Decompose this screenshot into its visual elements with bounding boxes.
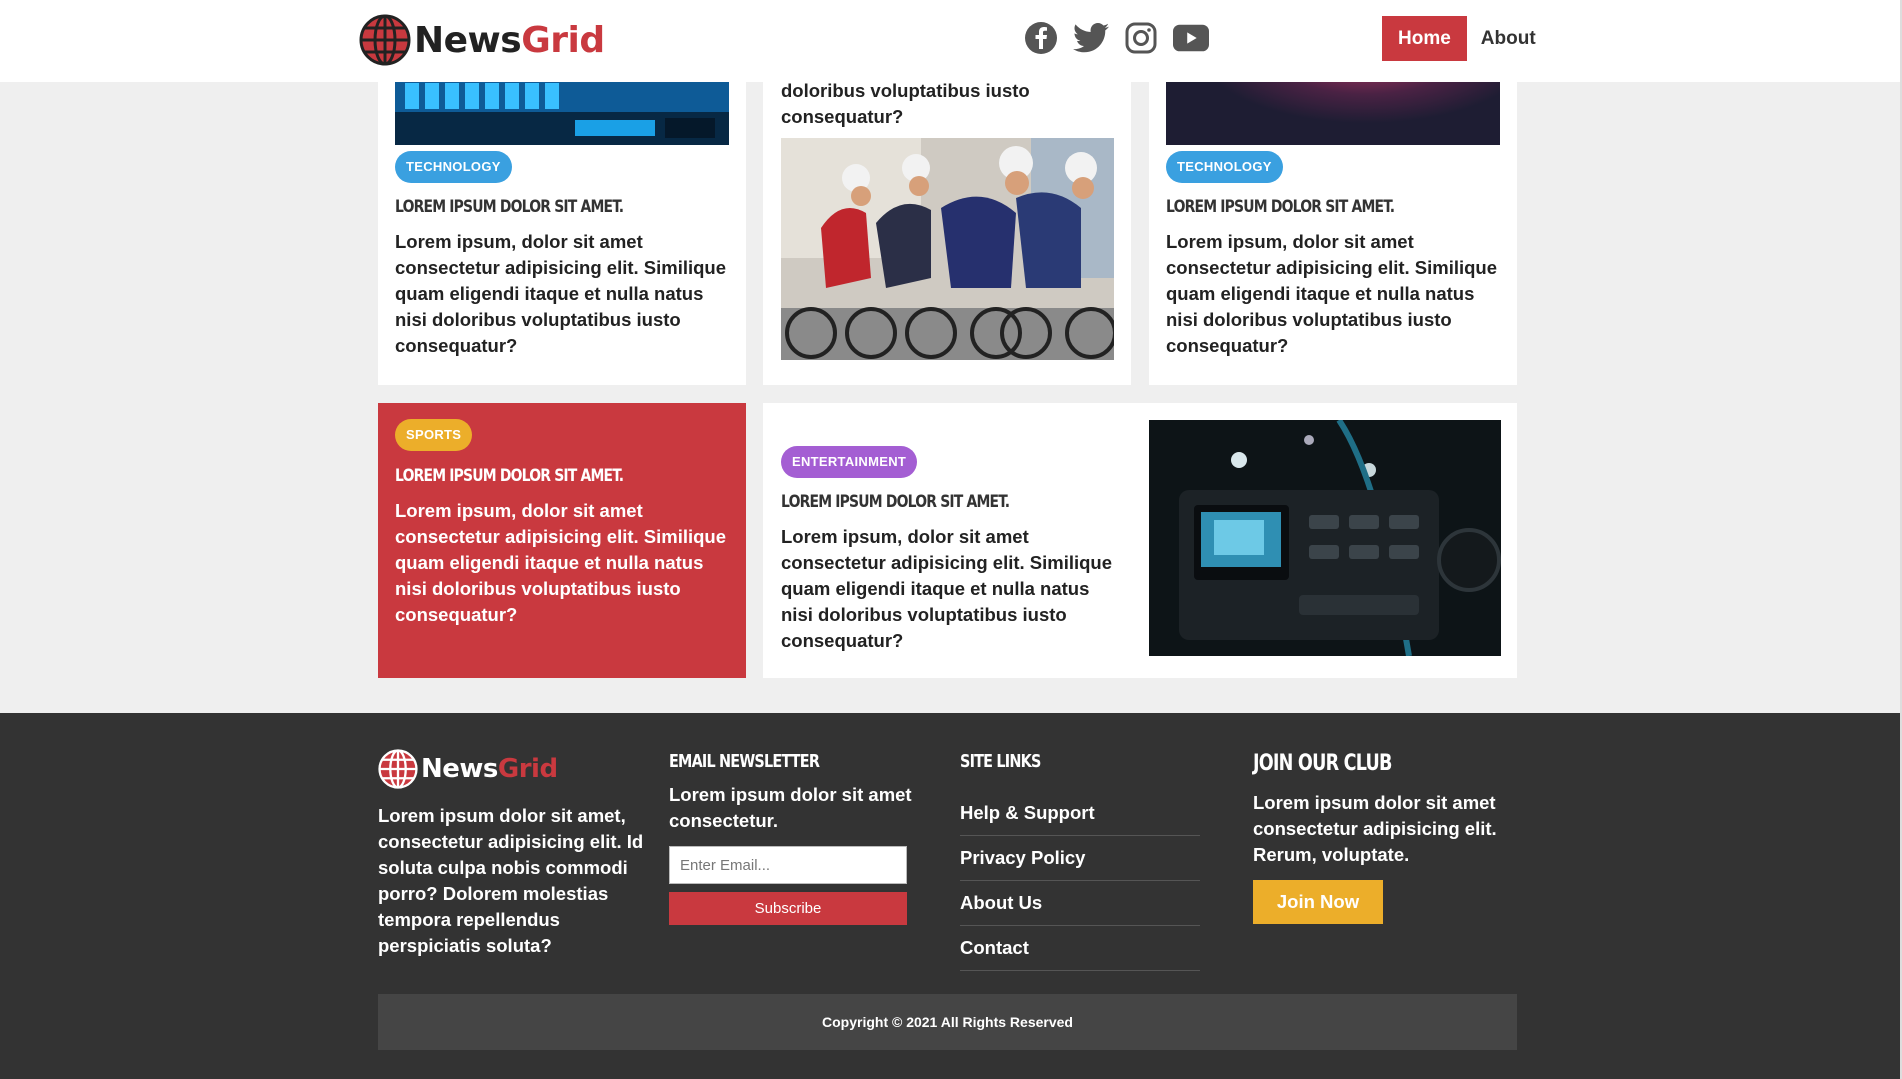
facebook-icon[interactable]: [1023, 20, 1059, 56]
site-links-heading: SITE LINKS: [960, 751, 1041, 772]
nav-about-link[interactable]: About: [1481, 28, 1536, 50]
footer-link-help-support[interactable]: Help & Support: [960, 791, 1200, 836]
social-links: [1023, 20, 1209, 56]
category-badge[interactable]: TECHNOLOGY: [1166, 151, 1283, 183]
copyright-text: Copyright © 2021 All Rights Reserved: [378, 994, 1517, 1050]
article-headline[interactable]: LOREM IPSUM DOLOR SIT AMET.: [395, 197, 624, 217]
article-excerpt: Lorem ipsum, dolor sit amet consectetur …: [1166, 231, 1498, 356]
category-badge[interactable]: TECHNOLOGY: [395, 151, 512, 183]
newsletter-heading: EMAIL NEWSLETTER: [669, 751, 820, 772]
youtube-icon[interactable]: [1173, 20, 1209, 56]
footer-link-contact[interactable]: Contact: [960, 926, 1200, 971]
site-links-list: Help & Support Privacy Policy About Us C…: [960, 791, 1200, 971]
site-footer: NewsGrid Lorem ipsum dolor sit amet, con…: [0, 713, 1900, 1079]
nav-home-link[interactable]: Home: [1382, 16, 1467, 61]
article-image-cyclists: [781, 138, 1114, 360]
twitter-icon[interactable]: [1073, 20, 1109, 56]
footer-about-text: Lorem ipsum dolor sit amet, consectetur …: [378, 805, 644, 956]
article-headline[interactable]: LOREM IPSUM DOLOR SIT AMET.: [781, 492, 1010, 512]
category-badge[interactable]: SPORTS: [395, 419, 473, 451]
featured-article-card[interactable]: SPORTS LOREM IPSUM DOLOR SIT AMET. Lorem…: [378, 403, 746, 678]
join-now-button[interactable]: Join Now: [1253, 880, 1383, 924]
article-headline[interactable]: LOREM IPSUM DOLOR SIT AMET.: [1166, 197, 1395, 217]
category-badge[interactable]: ENTERTAINMENT: [781, 446, 918, 478]
globe-icon: [378, 749, 418, 789]
article-excerpt: Lorem ipsum, dolor sit amet consectetur …: [395, 231, 727, 356]
brand-name: NewsGrid: [414, 19, 605, 61]
brand-logo[interactable]: NewsGrid: [359, 14, 605, 66]
instagram-icon[interactable]: [1123, 20, 1159, 56]
globe-icon: [359, 14, 411, 66]
club-text: Lorem ipsum dolor sit amet consectetur a…: [1253, 792, 1497, 865]
article-headline[interactable]: LOREM IPSUM DOLOR SIT AMET.: [395, 466, 624, 486]
footer-brand-logo[interactable]: NewsGrid: [378, 749, 558, 789]
site-header: NewsGrid Home About: [0, 0, 1900, 82]
footer-link-privacy-policy[interactable]: Privacy Policy: [960, 836, 1200, 881]
footer-brand-name: NewsGrid: [421, 754, 558, 784]
article-excerpt: doloribus voluptatibus iusto consequatur…: [781, 80, 1030, 127]
newsletter-text: Lorem ipsum dolor sit amet consectetur.: [669, 784, 912, 831]
subscribe-button[interactable]: Subscribe: [669, 892, 907, 925]
main-nav: Home About: [1382, 16, 1536, 61]
article-image-camera: [1149, 420, 1501, 656]
email-input[interactable]: [669, 846, 907, 884]
club-heading: JOIN OUR CLUB: [1253, 751, 1392, 776]
footer-link-about-us[interactable]: About Us: [960, 881, 1200, 926]
article-excerpt: Lorem ipsum, dolor sit amet consectetur …: [781, 526, 1113, 651]
article-excerpt: Lorem ipsum, dolor sit amet consectetur …: [395, 500, 727, 625]
article-card-wide[interactable]: ENTERTAINMENT LOREM IPSUM DOLOR SIT AMET…: [763, 403, 1517, 678]
